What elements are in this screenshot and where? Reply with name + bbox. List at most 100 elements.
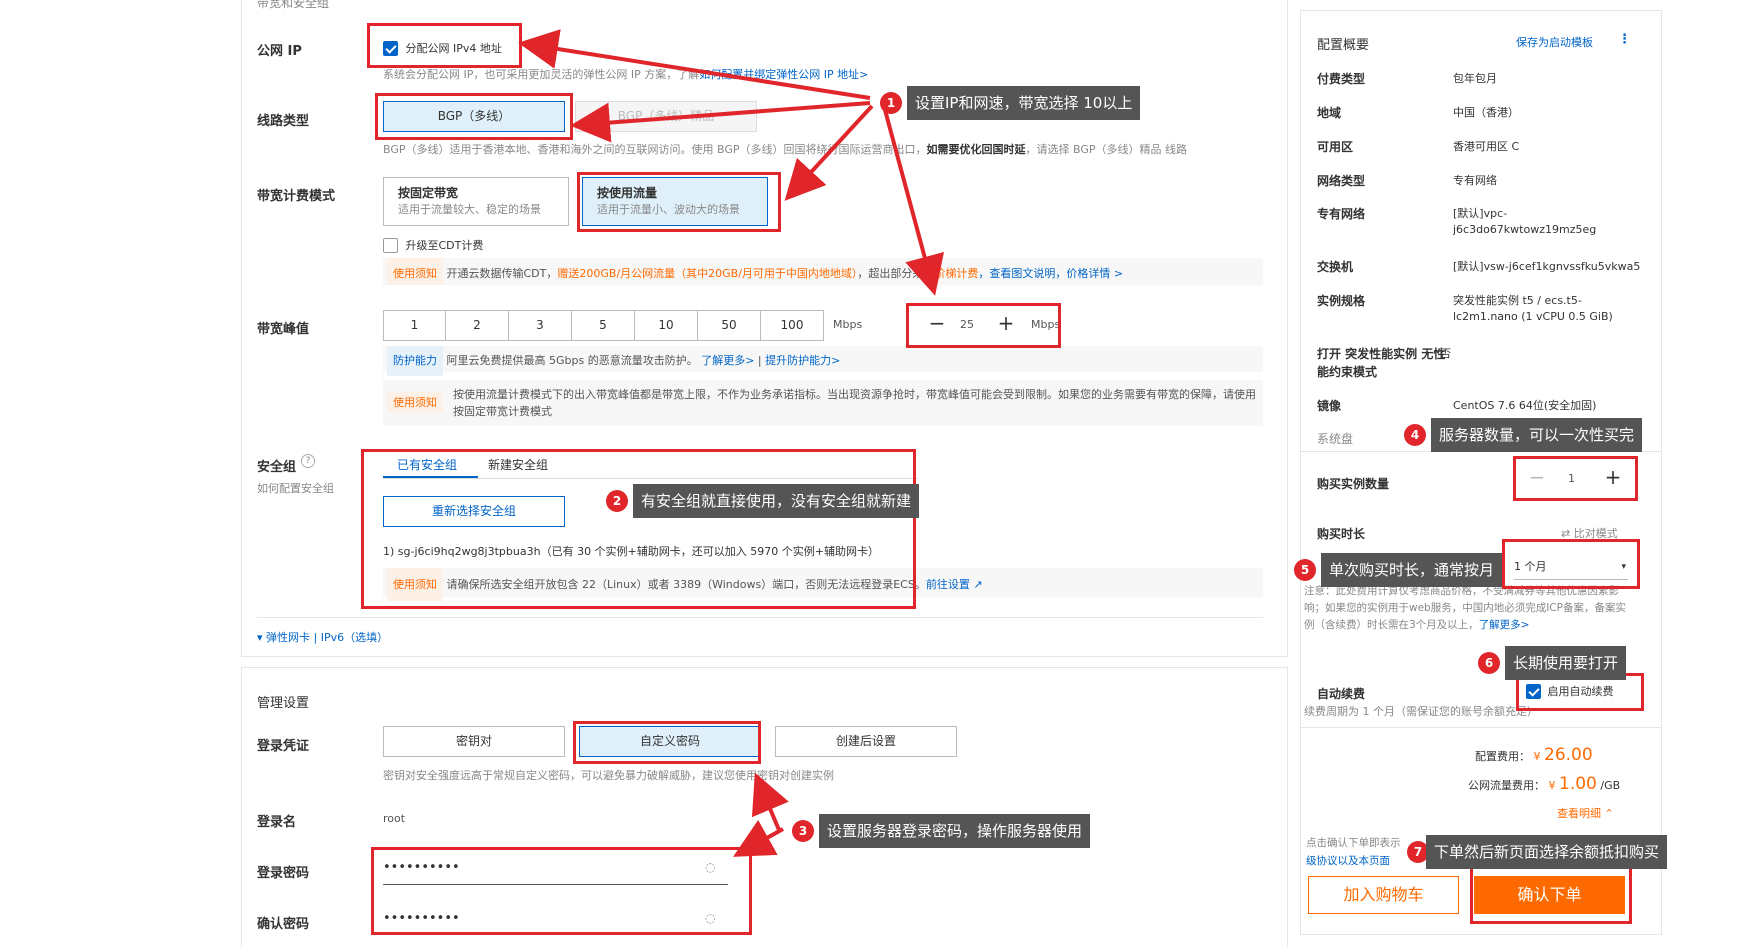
qty-label: 购买实例数量: [1317, 477, 1390, 491]
bandwidth-option-50[interactable]: 50: [698, 310, 761, 341]
section-top-title: 带宽和安全组: [257, 0, 330, 10]
summary-val-zone: 香港可用区 C: [1453, 140, 1520, 153]
protect-learn-more-link[interactable]: 了解更多>: [701, 354, 754, 367]
public-ip-desc-text: 系统会分配公网 IP，也可采用更加灵活的弹性公网 IP 方案，了解: [383, 68, 700, 81]
caret-down-icon: ▾: [257, 631, 263, 644]
highlight-custom-password: [573, 721, 761, 764]
bandwidth-option-10[interactable]: 10: [635, 310, 698, 341]
config-fee-row: 配置费用： ¥ 26.00: [1475, 745, 1593, 765]
billing-notice-tag: 使用须知: [387, 258, 443, 285]
security-group-help-link[interactable]: 如何配置安全组: [257, 480, 334, 496]
protect-upgrade-link[interactable]: 提升防护能力>: [765, 354, 840, 367]
annotation-callout-3: 设置服务器登录密码，操作服务器使用: [819, 814, 1091, 848]
cdt-checkbox-row[interactable]: 升级至CDT计费: [383, 237, 483, 253]
summary-key-zone: 可用区: [1317, 140, 1354, 154]
duration-note-text: 注意：此处费用计算仅考虑商品价格，不受满减券等其他优惠因素影响；如果您的实例用于…: [1304, 585, 1626, 631]
duration-note-link[interactable]: 了解更多>: [1479, 619, 1530, 631]
billing-notice: 使用须知 开通云数据传输CDT，赠送200GB/月公网流量（其中20GB/月可用…: [383, 258, 1263, 285]
annotation-callout-1: 设置IP和网速，带宽选择 10以上: [907, 86, 1141, 120]
protect-tag: 防护能力: [387, 346, 443, 376]
save-template-link[interactable]: 保存为启动模板: [1516, 34, 1593, 50]
summary-key-billing: 付费类型: [1317, 72, 1366, 86]
annotation-callout-6: 长期使用要打开: [1505, 646, 1627, 680]
traffic-fee-label: 公网流量费用：: [1468, 779, 1545, 792]
config-fee-currency: ¥: [1533, 750, 1541, 763]
bandwidth-label: 带宽峰值: [257, 322, 310, 337]
line-type-option-bgp-premium[interactable]: BGP（多线）精品: [575, 101, 757, 132]
bandwidth-unit-label: Mbps: [833, 318, 863, 331]
billing-notice-link[interactable]: ，查看图文说明，价格详情 >: [978, 267, 1123, 280]
highlight-confirm-order: [1470, 866, 1632, 924]
public-ip-desc: 系统会分配公网 IP，也可采用更加灵活的弹性公网 IP 方案，了解如何配置并绑定…: [383, 66, 868, 82]
traffic-fee-unit: /GB: [1600, 779, 1621, 792]
help-icon[interactable]: ?: [301, 454, 315, 468]
billing-notice-text: 开通云数据传输CDT，: [446, 267, 558, 280]
bandwidth-notice-tag: 使用须知: [387, 392, 443, 412]
summary-key-image: 镜像: [1317, 399, 1342, 413]
login-name-value: root: [383, 812, 406, 825]
external-link-icon: ↗: [973, 578, 983, 591]
line-type-desc-tail: ，请选择 BGP（多线）精品 线路: [1025, 143, 1188, 156]
summary-key-network-type: 网络类型: [1317, 174, 1366, 188]
config-fee-value: 26.00: [1544, 745, 1593, 765]
bandwidth-option-1[interactable]: 1: [383, 310, 446, 341]
public-ip-label: 公网 IP: [257, 44, 302, 59]
summary-key-burst-mode-2: 能约束模式: [1317, 365, 1378, 379]
duration-label: 购买时长: [1317, 527, 1366, 541]
credential-desc: 密钥对安全强度远高于常规自定义密码，可以避免暴力破解威胁，建议您使用密钥对创建实…: [383, 769, 834, 782]
summary-val-vpc: [默认]vpc-: [1453, 207, 1508, 220]
management-title: 管理设置: [257, 696, 310, 711]
summary-val-vpc-id: j6c3do67kwtowz19mz5eg: [1453, 223, 1597, 236]
summary-key-region: 地域: [1317, 106, 1342, 120]
annotation-callout-2: 有安全组就直接使用，没有安全组就新建: [633, 484, 920, 518]
bandwidth-option-5[interactable]: 5: [572, 310, 635, 341]
billing-option-fixed-sub: 适用于流量较大、稳定的场景: [398, 203, 541, 216]
login-name-label: 登录名: [257, 815, 297, 830]
annotation-badge-5: 5: [1294, 559, 1316, 581]
annotation-badge-2: 2: [606, 490, 628, 512]
security-notice-link[interactable]: 前往设置: [926, 578, 970, 591]
bandwidth-protect-notice: 防护能力 阿里云免费提供最高 5Gbps 的恶意流量攻击防护。 了解更多> | …: [383, 346, 1263, 376]
line-type-desc: BGP（多线）适用于香港本地、香港和海外之间的互联网访问。使用 BGP（多线）回…: [383, 141, 1283, 157]
billing-notice-highlight: 赠送200GB/月公网流量（其中20GB/月可用于中国内地地域）: [557, 267, 858, 280]
bandwidth-notice-text: 按使用流量计费模式下的出入带宽峰值都是带宽上限，不作为业务承诺指标。当出现资源争…: [453, 388, 1256, 418]
auto-renew-label: 自动续费: [1317, 687, 1366, 701]
duration-note: 注意：此处费用计算仅考虑商品价格，不受满减券等其他优惠因素影响；如果您的实例用于…: [1304, 583, 1626, 634]
billing-notice-text2: ，超出部分采用: [857, 267, 935, 280]
confirm-password-label: 确认密码: [257, 917, 310, 932]
summary-val-network-type: 专有网络: [1453, 174, 1497, 187]
line-type-desc-text: BGP（多线）适用于香港本地、香港和海外之间的互联网访问。使用 BGP（多线）回…: [383, 143, 927, 156]
bandwidth-option-3[interactable]: 3: [509, 310, 572, 341]
credential-option-keypair[interactable]: 密钥对: [383, 726, 565, 757]
highlight-line-type: [375, 93, 573, 140]
credential-option-set-later[interactable]: 创建后设置: [775, 726, 957, 757]
traffic-fee-value: 1.00: [1559, 774, 1597, 794]
fee-detail-link[interactable]: 查看明细 ⌃: [1557, 805, 1614, 821]
billing-option-fixed[interactable]: 按固定带宽 适用于流量较大、稳定的场景: [383, 177, 569, 226]
chevron-up-icon: ⌃: [1604, 807, 1614, 820]
cdt-checkbox[interactable]: [383, 237, 398, 253]
summary-val-burst-mode: 否: [1440, 347, 1451, 360]
protect-text: 阿里云免费提供最高 5Gbps 的恶意流量攻击防护。: [446, 354, 698, 367]
eni-ipv6-toggle[interactable]: ▾ 弹性网卡 | IPv6（选填）: [257, 629, 388, 645]
more-vertical-icon[interactable]: ⋮: [1618, 32, 1631, 47]
add-to-cart-button[interactable]: 加入购物车: [1308, 876, 1459, 914]
agreement-text-2[interactable]: 级协议以及本页面: [1306, 853, 1390, 868]
traffic-fee-row: 公网流量费用： ¥ 1.00 /GB: [1468, 774, 1620, 794]
auto-renew-desc: 续费周期为 1 个月（需保证您的账号余额充足）: [1304, 705, 1538, 718]
bandwidth-option-100[interactable]: 100: [761, 310, 824, 341]
traffic-fee-currency: ¥: [1548, 779, 1556, 792]
annotation-callout-5: 单次购买时长，通常按月: [1321, 553, 1503, 587]
summary-key-burst-mode: 打开 突发性能实例 无性: [1317, 347, 1446, 361]
billing-notice-highlight2: 阶梯计费: [934, 267, 979, 280]
bandwidth-option-2[interactable]: 2: [446, 310, 509, 341]
annotation-callout-7: 下单然后新页面选择余额抵扣购买: [1426, 835, 1668, 869]
bandwidth-usage-notice: 使用须知 按使用流量计费模式下的出入带宽峰值都是带宽上限，不作为业务承诺指标。当…: [383, 380, 1263, 426]
summary-val-region: 中国（香港）: [1453, 106, 1519, 119]
fee-divider: [1300, 727, 1662, 728]
eni-ipv6-toggle-label: 弹性网卡 | IPv6（选填）: [266, 631, 389, 644]
summary-key-vpc: 专有网络: [1317, 207, 1366, 221]
highlight-qty: [1513, 456, 1638, 501]
public-ip-desc-link[interactable]: 如何配置并绑定弹性公网 IP 地址>: [699, 68, 868, 81]
annotation-badge-6: 6: [1478, 652, 1500, 674]
